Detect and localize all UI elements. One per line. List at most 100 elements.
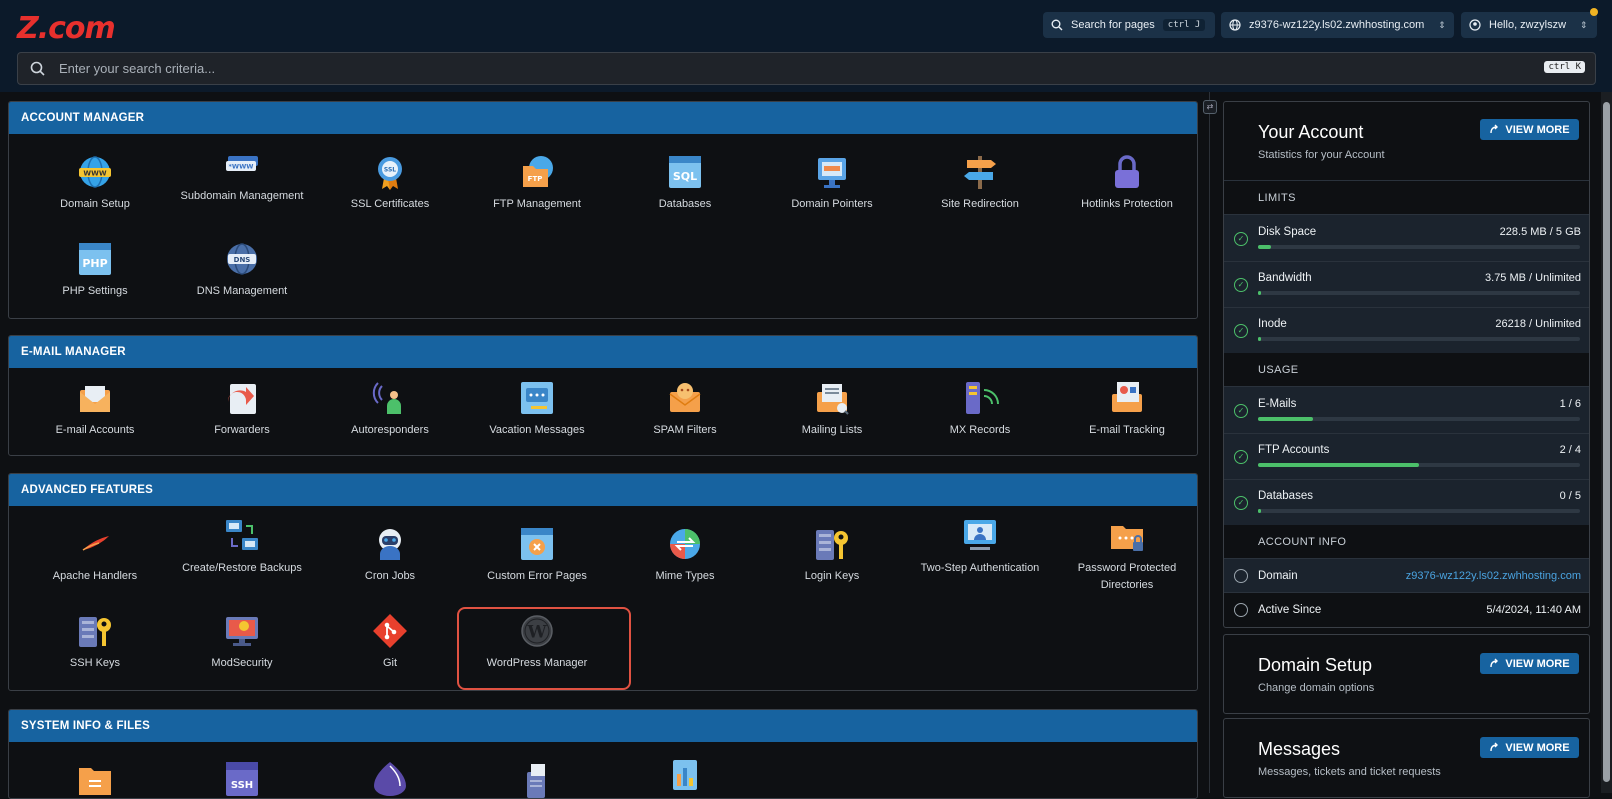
tile-git[interactable]: Git [317,611,463,672]
domain-setup-card: Domain Setup Change domain options VIEW … [1223,634,1590,714]
view-more-button[interactable]: VIEW MORE [1480,737,1579,758]
zcom-logo[interactable]: Z.com [17,11,116,46]
progress-fill [1258,463,1419,467]
tile-ssl-certificates[interactable]: SSL SSL Certificates [317,152,463,213]
tile-dns-management[interactable]: DNS DNS Management [169,239,315,300]
tile-ssh-terminal[interactable]: SSH [169,758,315,798]
forward-arrow-icon [227,384,256,414]
mime-types-icon [670,529,700,559]
check-circle-icon: ✓ [1234,496,1248,510]
tile-custom-error-pages[interactable]: Custom Error Pages [464,524,610,585]
ssh-keys-icon [79,617,111,647]
tile-server-info[interactable] [464,758,610,798]
tile-label: Two-Step Authentication [920,562,1040,574]
tile-label: Mailing Lists [801,424,863,436]
search-pages-button[interactable]: Search for pages ctrl J [1043,12,1215,38]
limit-name: Inode [1258,318,1287,330]
card-title: Your Account [1258,122,1364,142]
external-link-icon [1490,742,1499,752]
git-icon [373,614,407,648]
tile-site-statistics[interactable] [612,758,758,798]
tile-forwarders[interactable]: Forwarders [169,378,315,439]
tile-email-accounts[interactable]: E-mail Accounts [22,378,168,439]
view-more-button[interactable]: VIEW MORE [1480,119,1579,140]
progress-fill [1258,245,1271,249]
domain-selector[interactable]: z9376-wz122y.ls02.zwhhosting.com ⇕ [1221,12,1454,38]
tile-label: Apache Handlers [52,570,138,582]
tile-php-settings[interactable]: PHP PHP Settings [22,239,168,300]
limit-name: Disk Space [1258,226,1317,238]
limit-name: Bandwidth [1258,272,1312,284]
tile-label: Cron Jobs [364,570,416,582]
tile-autoresponders[interactable]: Autoresponders [317,378,463,439]
tile-label: Vacation Messages [489,424,585,436]
sidebar-toggle-icon[interactable]: ⇄ [1203,100,1217,114]
your-account-card: Your Account Statistics for your Account… [1223,101,1590,628]
panel-account-manager: ACCOUNT MANAGER WWW Domain Setup *WWW Su… [8,101,1198,319]
tile-label: Custom Error Pages [487,570,587,582]
user-menu[interactable]: Hello, zwzylszw ⇕ [1461,12,1597,38]
tile-ssh-keys[interactable]: SSH Keys [22,611,168,672]
tile-two-step-authentication[interactable]: Two-Step Authentication [907,516,1053,577]
scrollbar-thumb[interactable] [1603,102,1610,782]
stats-clipboard-icon [673,760,697,790]
email-tracking-icon [1112,382,1142,412]
tile-password-protected-directories[interactable]: Password Protected Directories [1054,516,1197,594]
php-window-icon: PHP [79,243,111,275]
page-scrollbar[interactable] [1601,92,1612,793]
search-input[interactable] [59,61,1459,76]
divider [1224,180,1589,181]
progress-fill [1258,337,1262,341]
check-circle-icon: ✓ [1234,404,1248,418]
tile-domain-pointers[interactable]: Domain Pointers [759,152,905,213]
tile-label: Create/Restore Backups [182,562,302,574]
tile-site-redirection[interactable]: Site Redirection [907,152,1053,213]
panel-title: E-MAIL MANAGER [9,336,1197,368]
tile-domain-setup[interactable]: WWW Domain Setup [22,152,168,213]
usage-row-ftp-accounts: ✓ FTP Accounts 2 / 4 [1224,433,1589,479]
server-tower-icon [527,764,545,798]
tile-label: E-mail Tracking [1089,424,1165,436]
tile-spam-filters[interactable]: SPAM Filters [612,378,758,439]
domain-link[interactable]: z9376-wz122y.ls02.zwhhosting.com [1406,570,1581,582]
tile-label: DNS Management [196,285,288,297]
tile-mime-types[interactable]: Mime Types [612,524,758,585]
tile-label: MX Records [949,424,1011,436]
panel-title: SYSTEM INFO & FILES [9,710,1197,742]
search-pages-label: Search for pages [1071,19,1155,31]
tile-mx-records[interactable]: MX Records [907,378,1053,439]
tile-databases[interactable]: SQL Databases [612,152,758,213]
tile-label: Site Redirection [941,198,1019,210]
wordpress-manager-highlight [457,607,631,690]
tile-subdomain-management[interactable]: *WWW Subdomain Management [169,144,315,205]
top-header: Z.com Search for pages ctrl J z9376-wz12… [0,0,1612,92]
check-circle-icon: ✓ [1234,278,1248,292]
signpost-icon [964,156,996,189]
tile-vacation-messages[interactable]: Vacation Messages [464,378,610,439]
tile-email-tracking[interactable]: E-mail Tracking [1054,378,1197,439]
tile-file-manager[interactable] [22,758,168,798]
tile-label: Domain Setup [60,198,130,210]
external-link-icon [1490,124,1499,134]
usage-section-label: USAGE [1258,364,1299,376]
domain-selector-value: z9376-wz122y.ls02.zwhhosting.com [1249,19,1425,31]
globe-www-icon: WWW [79,156,111,188]
tile-mailing-lists[interactable]: Mailing Lists [759,378,905,439]
tile-perl-modules[interactable] [317,758,463,798]
svg-text:FTP: FTP [528,175,543,183]
limit-value: 228.5 MB / 5 GB [1499,226,1581,238]
vacation-message-icon [521,382,553,414]
view-more-button[interactable]: VIEW MORE [1480,653,1579,674]
card-title: Messages [1258,739,1341,759]
tile-modsecurity[interactable]: ModSecurity [169,611,315,672]
check-circle-icon: ✓ [1234,450,1248,464]
tile-hotlinks-protection[interactable]: Hotlinks Protection [1054,152,1197,213]
sql-database-icon: SQL [669,156,701,188]
tile-apache-handlers[interactable]: Apache Handlers [22,524,168,585]
tile-create-restore-backups[interactable]: Create/Restore Backups [169,516,315,577]
tile-login-keys[interactable]: Login Keys [759,524,905,585]
modsecurity-monitor-icon [226,617,258,646]
tile-ftp-management[interactable]: FTP FTP Management [464,152,610,213]
ssl-badge-icon: SSL [378,157,402,190]
tile-cron-jobs[interactable]: Cron Jobs [317,524,463,585]
